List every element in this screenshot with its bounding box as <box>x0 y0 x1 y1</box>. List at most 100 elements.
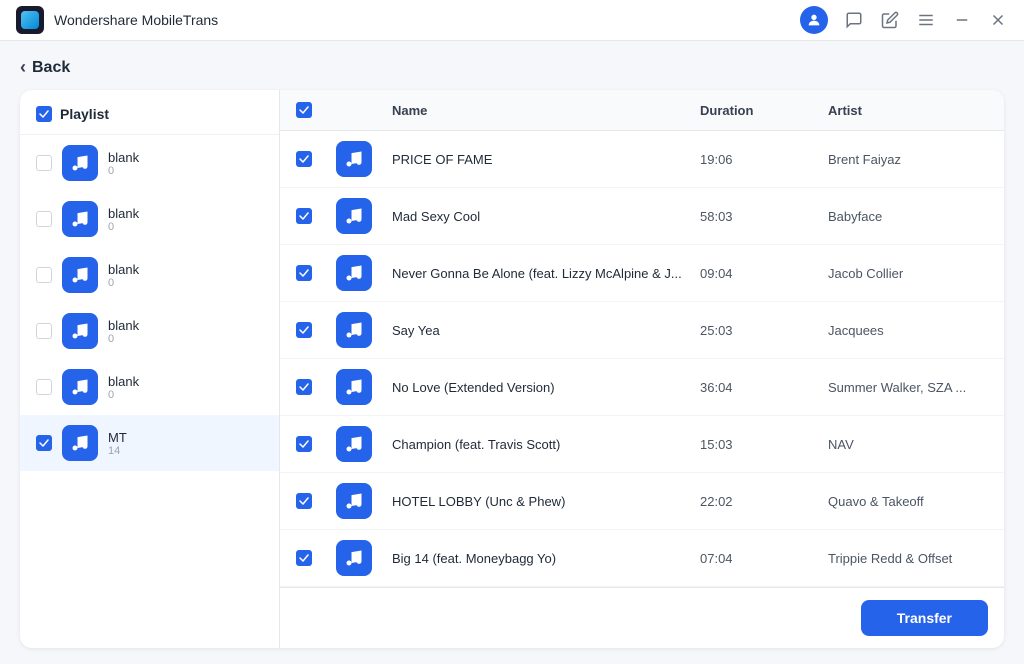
sidebar-item-name: blank <box>108 150 263 165</box>
sidebar-item-count: 0 <box>108 389 263 401</box>
row-checkbox[interactable] <box>296 379 312 395</box>
table-footer: Transfer <box>280 587 1004 648</box>
sidebar-item-music-icon <box>62 257 98 293</box>
table-row[interactable]: No Love (Extended Version)36:04Summer Wa… <box>280 359 1004 416</box>
row-checkbox[interactable] <box>296 265 312 281</box>
sidebar-item-checkbox[interactable] <box>36 267 52 283</box>
row-song-name: PRICE OF FAME <box>392 152 692 167</box>
row-checkbox[interactable] <box>296 493 312 509</box>
titlebar: Wondershare MobileTrans <box>0 0 1024 41</box>
sidebar-item-count: 0 <box>108 165 263 177</box>
sidebar-item-count: 0 <box>108 221 263 233</box>
row-artist: Jacob Collier <box>828 266 988 281</box>
row-duration: 22:02 <box>700 494 820 509</box>
row-duration: 07:04 <box>700 551 820 566</box>
table-row[interactable]: Champion (feat. Travis Scott) 15:03 NAV <box>280 416 1004 473</box>
sidebar-item-info: blank0 <box>108 318 263 345</box>
sidebar-item-name: MT <box>108 430 263 445</box>
sidebar-item-music-icon <box>62 201 98 237</box>
table-row[interactable]: Never Gonna Be Alone (feat. Lizzy McAlpi… <box>280 245 1004 302</box>
row-artist: Babyface <box>828 209 988 224</box>
row-artist: Trippie Redd & Offset <box>828 551 988 566</box>
sidebar-header: Playlist <box>20 90 279 135</box>
table-row[interactable]: HOTEL LOBBY (Unc & Phew)22:02Quavo & Tak… <box>280 473 1004 530</box>
sidebar-item-count: 0 <box>108 333 263 345</box>
sidebar-item-count: 0 <box>108 277 263 289</box>
table-row[interactable]: Mad Sexy Cool 58:03 Babyface <box>280 188 1004 245</box>
sidebar-item-blank-2[interactable]: blank0 <box>20 247 279 303</box>
sidebar-item-info: blank0 <box>108 150 263 177</box>
row-song-name: HOTEL LOBBY (Unc & Phew) <box>392 494 692 509</box>
transfer-button[interactable]: Transfer <box>861 600 988 636</box>
row-song-name: Champion (feat. Travis Scott) <box>392 437 692 452</box>
row-song-name: No Love (Extended Version) <box>392 380 692 395</box>
sidebar-all-checkbox[interactable] <box>36 106 52 122</box>
row-duration: 19:06 <box>700 152 820 167</box>
row-music-icon <box>336 483 372 519</box>
sidebar-item-blank-4[interactable]: blank0 <box>20 359 279 415</box>
row-artist: NAV <box>828 437 988 452</box>
speech-bubble-icon[interactable] <box>844 10 864 30</box>
sidebar-item-name: blank <box>108 262 263 277</box>
row-checkbox[interactable] <box>296 208 312 224</box>
menu-icon[interactable] <box>916 10 936 30</box>
sidebar-item-checkbox[interactable] <box>36 379 52 395</box>
content-area: Playlist blank0blank0blank0blank0blank0M… <box>20 90 1004 648</box>
row-music-icon <box>336 540 372 576</box>
table-artist-header: Artist <box>828 103 988 118</box>
row-music-icon <box>336 255 372 291</box>
sidebar-item-count: 14 <box>108 445 263 457</box>
row-duration: 36:04 <box>700 380 820 395</box>
edit-icon[interactable] <box>880 10 900 30</box>
sidebar-item-info: blank0 <box>108 374 263 401</box>
sidebar-item-checkbox[interactable] <box>36 323 52 339</box>
sidebar-item-music-icon <box>62 425 98 461</box>
table-area: Name Duration Artist PRICE OF FAME 19:06 B… <box>280 90 1004 648</box>
sidebar-items-list: blank0blank0blank0blank0blank0MT14 <box>20 135 279 648</box>
table-row[interactable]: Big 14 (feat. Moneybagg Yo) 07:04 Trippie … <box>280 530 1004 587</box>
sidebar-item-name: blank <box>108 206 263 221</box>
close-icon[interactable] <box>988 10 1008 30</box>
sidebar-item-blank-0[interactable]: blank0 <box>20 135 279 191</box>
sidebar-item-music-icon <box>62 369 98 405</box>
table-row[interactable]: PRICE OF FAME 19:06 Brent Faiyaz <box>280 131 1004 188</box>
row-checkbox[interactable] <box>296 322 312 338</box>
table-name-header: Name <box>392 103 692 118</box>
row-music-icon <box>336 312 372 348</box>
row-artist: Brent Faiyaz <box>828 152 988 167</box>
sidebar-title: Playlist <box>60 106 109 122</box>
row-duration: 15:03 <box>700 437 820 452</box>
row-music-icon <box>336 369 372 405</box>
minimize-icon[interactable] <box>952 10 972 30</box>
row-song-name: Never Gonna Be Alone (feat. Lizzy McAlpi… <box>392 266 692 281</box>
back-arrow-icon: ‹ <box>20 57 26 78</box>
back-button[interactable]: ‹ Back <box>20 57 1004 78</box>
sidebar-item-blank-1[interactable]: blank0 <box>20 191 279 247</box>
sidebar-item-info: blank0 <box>108 262 263 289</box>
sidebar-item-name: blank <box>108 318 263 333</box>
sidebar-item-info: MT14 <box>108 430 263 457</box>
table-header: Name Duration Artist <box>280 90 1004 131</box>
table-all-checkbox[interactable] <box>296 102 312 118</box>
user-icon[interactable] <box>800 6 828 34</box>
sidebar-item-blank-3[interactable]: blank0 <box>20 303 279 359</box>
row-checkbox[interactable] <box>296 550 312 566</box>
sidebar-item-checkbox[interactable] <box>36 155 52 171</box>
row-checkbox[interactable] <box>296 151 312 167</box>
titlebar-left: Wondershare MobileTrans <box>16 6 218 34</box>
row-duration: 58:03 <box>700 209 820 224</box>
sidebar-item-checkbox[interactable] <box>36 435 52 451</box>
row-song-name: Mad Sexy Cool <box>392 209 692 224</box>
sidebar-item-music-icon <box>62 145 98 181</box>
row-song-name: Say Yea <box>392 323 692 338</box>
sidebar-item-checkbox[interactable] <box>36 211 52 227</box>
table-row[interactable]: Say Yea25:03Jacquees <box>280 302 1004 359</box>
row-checkbox[interactable] <box>296 436 312 452</box>
row-song-name: Big 14 (feat. Moneybagg Yo) <box>392 551 692 566</box>
sidebar-item-mt-5[interactable]: MT14 <box>20 415 279 471</box>
sidebar-item-name: blank <box>108 374 263 389</box>
table-duration-header: Duration <box>700 103 820 118</box>
row-music-icon <box>336 141 372 177</box>
sidebar: Playlist blank0blank0blank0blank0blank0M… <box>20 90 280 648</box>
main-content: ‹ Back Playlist blank0blank0blank0blank0… <box>0 41 1024 664</box>
